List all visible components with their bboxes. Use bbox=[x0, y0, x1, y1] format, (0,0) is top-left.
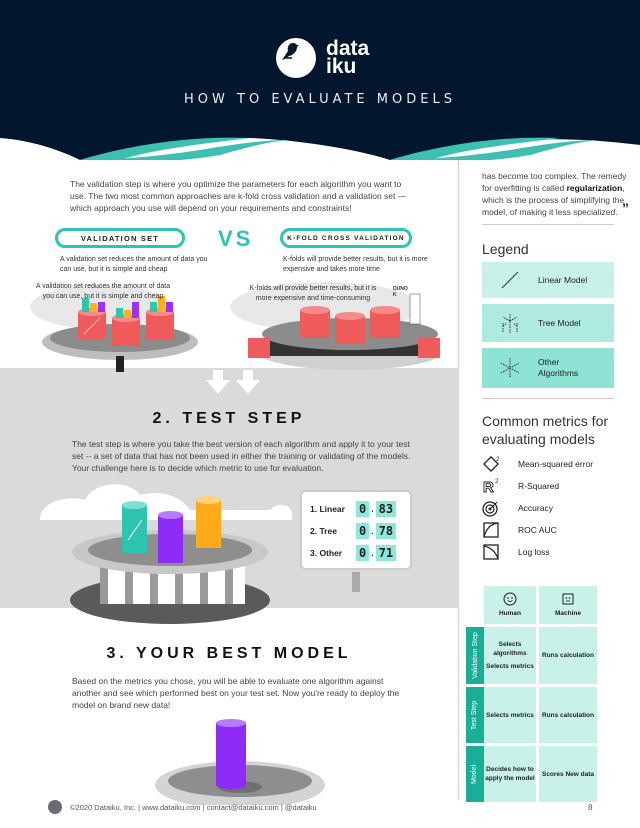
quote-mark-icon: ” bbox=[622, 200, 629, 216]
dataiku-logo: data iku bbox=[276, 38, 369, 78]
sidebar: has become too complex. The remedy for o… bbox=[466, 160, 640, 828]
divider bbox=[482, 224, 614, 225]
cell-model-machine: Scores New data bbox=[539, 746, 597, 802]
main-column: The validation step is where you optimiz… bbox=[0, 160, 458, 805]
metric-r-squared: R2 R-Squared bbox=[483, 479, 560, 495]
log-loss-curve-icon bbox=[483, 544, 499, 560]
scoreboard: 1. Linear 0. 83 2. Tree 0. 78 3. Other 0.7… bbox=[300, 490, 412, 570]
test-illustration bbox=[40, 484, 293, 624]
arrow-left-stem bbox=[213, 370, 223, 380]
target-icon bbox=[482, 501, 498, 517]
column-header-machine: Machine bbox=[539, 586, 597, 624]
best-model-text: Based on the metrics you chose, you will… bbox=[72, 676, 400, 710]
overfitting-quote: has become too complex. The remedy for o… bbox=[482, 171, 627, 217]
kfold-pill: K-FOLD CROSS VALIDATION bbox=[280, 228, 412, 248]
linear-model-icon bbox=[501, 271, 519, 289]
kfold-caption: K-folds will provide better results, but… bbox=[249, 285, 377, 302]
dataiku-footer-logo-icon bbox=[48, 800, 62, 814]
tree-model-icon bbox=[502, 314, 518, 333]
r-squared-icon: R2 bbox=[483, 479, 499, 495]
scoreboard-post bbox=[352, 572, 360, 592]
best-model-illustration bbox=[155, 719, 325, 805]
cell-model-human: Decides how to apply the model bbox=[484, 746, 536, 802]
cell-test-human: Selects metrics bbox=[484, 687, 536, 743]
divider bbox=[482, 398, 614, 399]
arrow-right-stem bbox=[243, 370, 253, 380]
red-cylinder-linear bbox=[78, 308, 106, 340]
header-wave bbox=[0, 0, 640, 160]
score-row-other: 3. Other 0. 71 bbox=[310, 542, 402, 564]
legend-item-tree: Tree Model bbox=[482, 304, 614, 342]
column-header-human: Human bbox=[484, 586, 536, 624]
cell-validation-human: Selects algorithms Selects metrics bbox=[484, 627, 536, 684]
other-cylinder bbox=[196, 500, 221, 548]
row-label-test: Test Step bbox=[466, 687, 484, 743]
footer: ©2020 Dataiku, Inc. | www.dataiku.com | … bbox=[48, 800, 317, 814]
row-label-validation: Validation Step bbox=[466, 627, 484, 684]
roc-curve-icon bbox=[483, 522, 499, 538]
down-arrow-icon bbox=[206, 380, 230, 394]
metrics-title: Common metrics for evaluating models bbox=[482, 413, 609, 447]
brand-line-2: iku bbox=[326, 55, 357, 78]
vs-label: VS bbox=[218, 226, 254, 251]
bird-icon bbox=[276, 38, 316, 78]
down-arrow-icon bbox=[236, 380, 260, 394]
metric-accuracy: Accuracy bbox=[482, 498, 553, 518]
best-model-title: 3. YOUR BEST MODEL bbox=[106, 645, 352, 662]
diamond-squared-icon: 2 bbox=[483, 456, 500, 472]
legend-item-linear: Linear Model bbox=[482, 262, 614, 298]
other-algorithms-icon bbox=[500, 358, 520, 378]
test-step-title: 2. TEST STEP bbox=[152, 410, 306, 427]
header-banner: data iku HOW TO EVALUATE MODELS bbox=[0, 0, 640, 160]
tree-cylinder bbox=[158, 515, 183, 563]
test-step-text: The test step is where you take the best… bbox=[72, 439, 411, 473]
metric-mse: 2 Mean-squared error bbox=[482, 454, 593, 474]
metric-roc-auc: ROC AUC bbox=[482, 520, 557, 540]
score-row-linear: 1. Linear 0. 83 bbox=[310, 498, 402, 520]
svg-text:2: 2 bbox=[496, 457, 500, 463]
cell-validation-machine: Runs calculation bbox=[539, 627, 597, 684]
row-label-model: Model bbox=[466, 746, 484, 802]
footer-text: ©2020 Dataiku, Inc. | www.dataiku.com | … bbox=[70, 802, 317, 812]
page-title: HOW TO EVALUATE MODELS bbox=[184, 92, 456, 107]
red-cylinder-other bbox=[146, 308, 174, 340]
linear-cylinder bbox=[122, 505, 147, 553]
svg-text:2: 2 bbox=[495, 479, 499, 485]
metric-log-loss: Log loss bbox=[482, 542, 550, 562]
cell-test-machine: Runs calculation bbox=[539, 687, 597, 743]
red-cylinder-tree bbox=[112, 314, 140, 346]
sidebar-divider bbox=[458, 160, 459, 800]
robot-face-icon bbox=[562, 593, 574, 605]
validation-caption: A validation set reduces the amount of d… bbox=[35, 283, 171, 300]
svg-text:R: R bbox=[483, 479, 494, 495]
page-number: 8 bbox=[588, 803, 593, 812]
score-row-tree: 2. Tree 0. 78 bbox=[310, 520, 402, 542]
smiley-face-icon bbox=[503, 592, 517, 606]
validation-set-pill: VALIDATION SET bbox=[55, 228, 185, 248]
sign-text: DUNO K bbox=[393, 286, 408, 298]
legend-item-other: Other Algorithms bbox=[482, 348, 614, 388]
validation-intro: The validation step is where you optimiz… bbox=[70, 179, 407, 213]
legend-title: Legend bbox=[482, 241, 529, 257]
